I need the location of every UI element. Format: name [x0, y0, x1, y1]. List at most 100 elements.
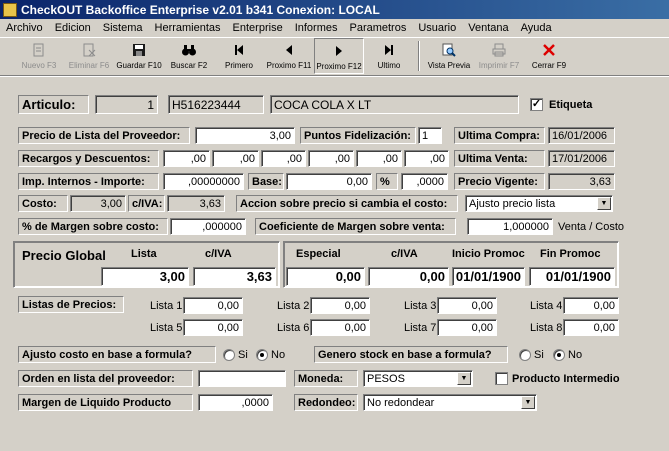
recargos-label: Recargos y Descuentos: — [18, 150, 159, 167]
inicio-promoc-label: Inicio Promoc — [452, 248, 525, 260]
menu-herramientas[interactable]: Herramientas — [149, 22, 227, 34]
genero-no-radio[interactable] — [553, 349, 565, 361]
lista-7-input[interactable]: 0,00 — [437, 319, 497, 336]
recargo-1-input[interactable]: ,00 — [163, 150, 210, 167]
imp-internos-input[interactable]: ,00000000 — [163, 173, 244, 190]
window-title: CheckOUT Backoffice Enterprise v2.01 b34… — [21, 2, 380, 17]
nuevo-button[interactable]: Nuevo F3 — [14, 38, 64, 74]
precio-global-civa-input[interactable]: 3,63 — [193, 267, 276, 286]
genero-no-label: No — [568, 349, 583, 361]
precio-lista-label: Precio de Lista del Proveedor: — [18, 127, 190, 144]
articulo-label: Articulo: — [18, 95, 89, 114]
coef-label: Coeficiente de Margen sobre venta: — [255, 218, 456, 235]
lista-8-input[interactable]: 0,00 — [563, 319, 619, 336]
especial-col-label: Especial — [296, 248, 341, 260]
lista-7-label: Lista 7 — [404, 322, 437, 334]
precio-global-lista-input[interactable]: 3,00 — [101, 267, 189, 286]
articulo-number-field[interactable]: 1 — [95, 95, 158, 114]
lista-5-label: Lista 5 — [150, 322, 183, 334]
costo-label: Costo: — [18, 195, 68, 212]
buscar-button[interactable]: Buscar F2 — [164, 38, 214, 74]
costo-field: 3,00 — [70, 195, 126, 212]
toolbar: Nuevo F3 Eliminar F6 Guardar F10 Buscar … — [0, 38, 669, 76]
venta-costo-label: Venta / Costo — [558, 221, 625, 233]
margen-liquido-input[interactable]: ,0000 — [198, 394, 273, 411]
menu-parametros[interactable]: Parametros — [343, 22, 412, 34]
menu-ventana[interactable]: Ventana — [462, 22, 514, 34]
especial-civa-col-label: c/IVA — [391, 248, 418, 260]
moneda-select[interactable]: PESOS ▼ — [363, 370, 473, 387]
ajuste-si-radio[interactable] — [223, 349, 235, 361]
ajuste-formula-label: Ajusto costo en base a formula? — [18, 346, 216, 363]
base-label: Base: — [248, 173, 284, 190]
menu-archivo[interactable]: Archivo — [0, 22, 49, 34]
accion-select[interactable]: Ajusto precio lista ▼ — [465, 195, 613, 212]
cerrar-button[interactable]: Cerrar F9 — [524, 38, 574, 74]
articulo-description-field[interactable]: COCA COLA X LT — [270, 95, 519, 114]
lista-4-input[interactable]: 0,00 — [563, 297, 619, 314]
pct-label: % — [376, 173, 398, 190]
redondeo-label: Redondeo: — [294, 394, 358, 411]
redondeo-select[interactable]: No redondear ▼ — [363, 394, 537, 411]
genero-si-radio[interactable] — [519, 349, 531, 361]
lista-2-label: Lista 2 — [277, 300, 310, 312]
inicio-promoc-input[interactable]: 01/01/1900 — [452, 267, 525, 286]
lista-3-input[interactable]: 0,00 — [437, 297, 497, 314]
chevron-down-icon[interactable]: ▼ — [457, 372, 471, 385]
menu-ayuda[interactable]: Ayuda — [515, 22, 558, 34]
etiqueta-checkbox[interactable]: ✓ — [530, 98, 543, 111]
ajuste-no-label: No — [271, 349, 286, 361]
especial-civa-input[interactable]: 0,00 — [368, 267, 449, 286]
proximo-f12-button[interactable]: Proximo F12 — [314, 38, 364, 74]
precio-vigente-label: Precio Vigente: — [454, 173, 545, 190]
recargo-4-input[interactable]: ,00 — [308, 150, 354, 167]
puntos-input[interactable]: 1 — [418, 127, 442, 144]
fin-promoc-input[interactable]: 01/01/1900 — [529, 267, 615, 286]
ajuste-no-radio[interactable] — [256, 349, 268, 361]
app-icon — [3, 2, 17, 17]
next-icon — [336, 46, 342, 56]
eliminar-button[interactable]: Eliminar F6 — [64, 38, 114, 74]
lista-1-input[interactable]: 0,00 — [183, 297, 243, 314]
costo-civa-label: c/IVA: — [128, 195, 165, 212]
menu-enterprise[interactable]: Enterprise — [227, 22, 289, 34]
costo-civa-field: 3,63 — [167, 195, 225, 212]
chevron-down-icon[interactable]: ▼ — [597, 197, 611, 210]
base-input[interactable]: 0,00 — [286, 173, 372, 190]
lista-5-input[interactable]: 0,00 — [183, 319, 243, 336]
guardar-button[interactable]: Guardar F10 — [114, 38, 164, 74]
toolbar-separator — [418, 41, 420, 71]
coef-input[interactable]: 1,000000 — [467, 218, 553, 235]
imprimir-button[interactable]: Imprimir F7 — [474, 38, 524, 74]
menu-sistema[interactable]: Sistema — [97, 22, 149, 34]
recargo-2-input[interactable]: ,00 — [212, 150, 259, 167]
binoculars-icon — [182, 45, 196, 56]
menu-informes[interactable]: Informes — [289, 22, 344, 34]
lista-2-input[interactable]: 0,00 — [310, 297, 370, 314]
menu-usuario[interactable]: Usuario — [412, 22, 462, 34]
proximo-f11-button[interactable]: Proximo F11 — [264, 38, 314, 74]
save-icon — [133, 44, 145, 56]
recargo-5-input[interactable]: ,00 — [356, 150, 402, 167]
precio-global-label: Precio Global — [22, 248, 106, 263]
articulo-code-field[interactable]: H516223444 — [168, 95, 264, 114]
ultima-compra-field: 16/01/2006 — [548, 127, 615, 144]
civa-col-label: c/IVA — [205, 248, 232, 260]
precio-lista-input[interactable]: 3,00 — [195, 127, 295, 144]
menu-edicion[interactable]: Edicion — [49, 22, 97, 34]
producto-intermedio-checkbox[interactable] — [495, 372, 508, 385]
recargo-3-input[interactable]: ,00 — [261, 150, 306, 167]
ultima-compra-label: Ultima Compra: — [454, 127, 545, 144]
chevron-down-icon[interactable]: ▼ — [521, 396, 535, 409]
precio-vigente-field: 3,63 — [548, 173, 615, 190]
orden-input[interactable] — [198, 370, 286, 387]
lista-6-input[interactable]: 0,00 — [310, 319, 370, 336]
lista-8-label: Lista 8 — [530, 322, 563, 334]
recargo-6-input[interactable]: ,00 — [404, 150, 449, 167]
margen-costo-input[interactable]: ,000000 — [170, 218, 246, 235]
ultimo-button[interactable]: Ultimo — [364, 38, 414, 74]
primero-button[interactable]: Primero — [214, 38, 264, 74]
vista-previa-button[interactable]: Vista Previa — [424, 38, 474, 74]
pct-input[interactable]: ,0000 — [401, 173, 448, 190]
especial-input[interactable]: 0,00 — [286, 267, 365, 286]
